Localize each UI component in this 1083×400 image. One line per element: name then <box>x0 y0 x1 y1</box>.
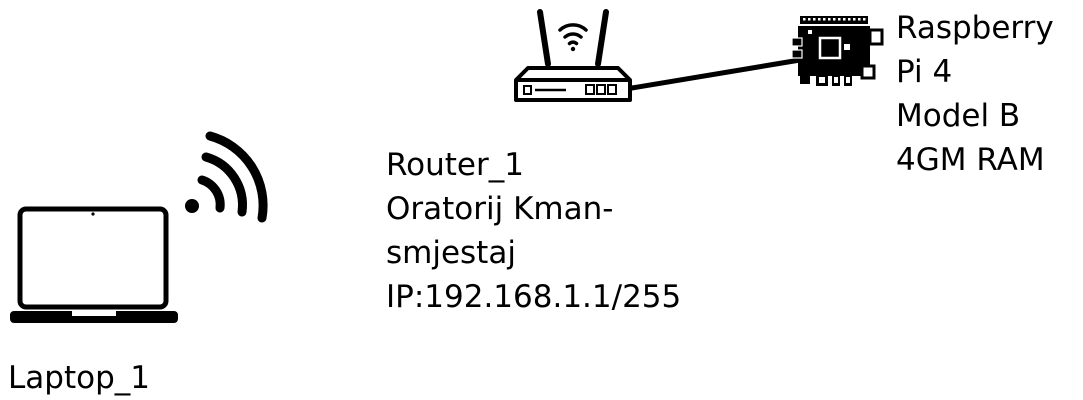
raspberry-pi-label: Raspberry Pi 4 Model B 4GM RAM <box>896 6 1054 182</box>
raspberry-pi-ram: 4GM RAM <box>896 142 1045 178</box>
raspberry-pi-board-icon[interactable] <box>791 14 884 94</box>
router-location-line-2: smjestaj <box>386 235 516 271</box>
router-icon[interactable] <box>510 8 636 104</box>
wifi-signal-icon <box>185 131 268 223</box>
router-name: Router_1 <box>386 147 524 183</box>
router-ip-address: IP:192.168.1.1/255 <box>386 279 682 315</box>
laptop-label: Laptop_1 <box>8 356 150 400</box>
raspberry-pi-model: Model B <box>896 98 1021 134</box>
laptop-icon[interactable] <box>10 205 178 325</box>
raspberry-pi-name-line-1: Raspberry <box>896 10 1054 46</box>
router-location-line-1: Oratorij Kman- <box>386 191 614 227</box>
laptop-name: Laptop_1 <box>8 360 150 396</box>
router-label: Router_1 Oratorij Kman- smjestaj IP:192.… <box>386 143 681 319</box>
raspberry-pi-name-line-2: Pi 4 <box>896 54 953 90</box>
